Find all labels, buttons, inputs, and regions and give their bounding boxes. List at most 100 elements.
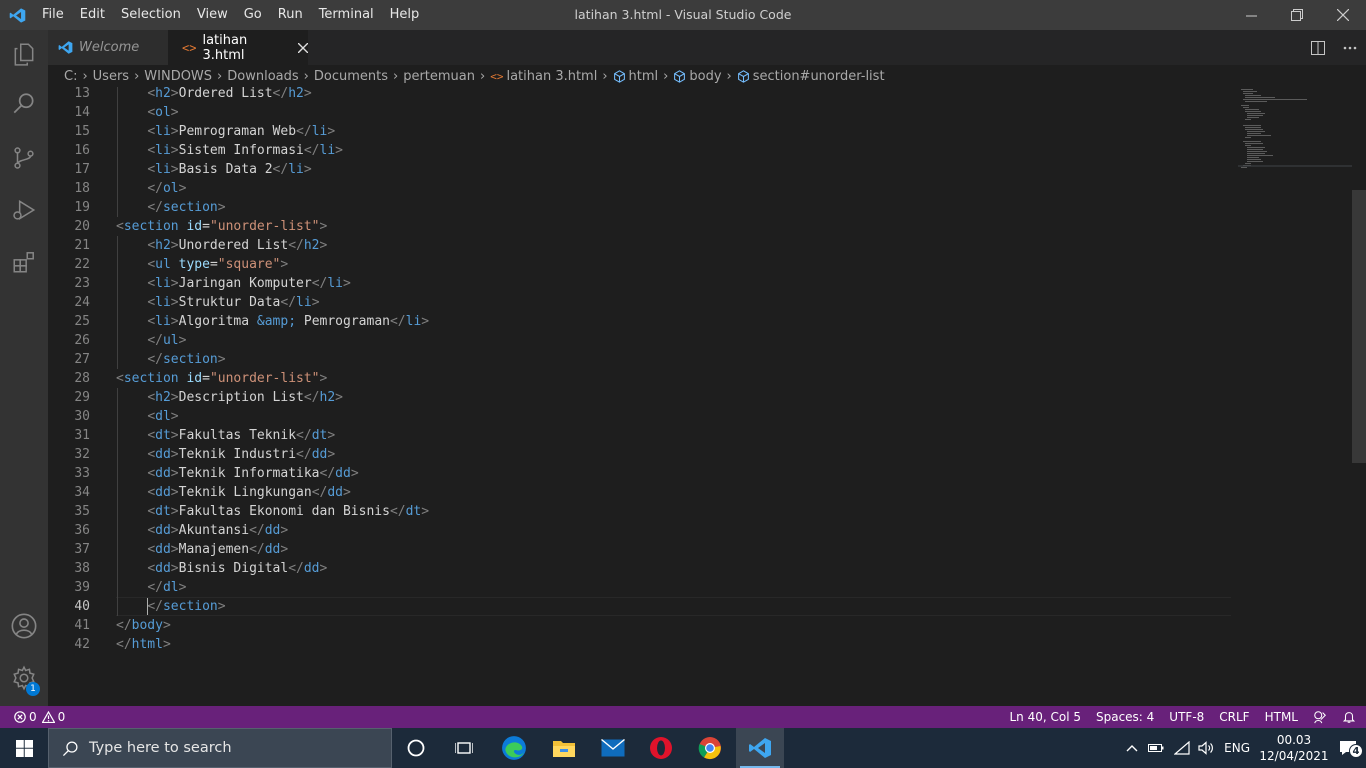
restore-button[interactable] (1274, 0, 1320, 30)
wifi-icon[interactable] (1174, 741, 1190, 755)
window-controls (1228, 0, 1366, 30)
code-line[interactable]: 23 <li>Jaringan Komputer</li> (48, 274, 1238, 293)
tab-latihan-3-html[interactable]: <> latihan 3.html (168, 30, 308, 65)
feedback-icon[interactable] (1313, 710, 1327, 724)
code-line[interactable]: 16 <li>Sistem Informasi</li> (48, 141, 1238, 160)
code-line[interactable]: 29 <h2>Description List</h2> (48, 388, 1238, 407)
menu-view[interactable]: View (189, 0, 236, 30)
end-of-line[interactable]: CRLF (1219, 706, 1249, 728)
breadcrumb-item[interactable]: Documents (314, 69, 388, 84)
vscode-logo-icon[interactable] (9, 7, 26, 28)
code-line[interactable]: 28 <section id="unorder-list"> (48, 369, 1238, 388)
breadcrumb-item[interactable]: pertemuan (403, 69, 475, 84)
code-line[interactable]: 32 <dd>Teknik Industri</dd> (48, 445, 1238, 464)
indentation[interactable]: Spaces: 4 (1096, 706, 1154, 728)
breadcrumb-symbol[interactable]: body (689, 69, 721, 84)
code-line[interactable]: 18 </ol> (48, 179, 1238, 198)
menu-help[interactable]: Help (382, 0, 428, 30)
minimap[interactable] (1238, 87, 1352, 706)
action-center-icon[interactable]: 4 (1330, 740, 1366, 758)
code-line[interactable]: 36 <dd>Akuntansi</dd> (48, 521, 1238, 540)
code-line[interactable]: 21 <h2>Unordered List</h2> (48, 236, 1238, 255)
breadcrumb-file[interactable]: latihan 3.html (506, 69, 597, 84)
chevron-up-icon[interactable] (1126, 744, 1138, 752)
file-explorer-icon[interactable] (540, 728, 588, 768)
minimize-button[interactable] (1228, 0, 1274, 30)
edge-icon[interactable] (490, 728, 538, 768)
task-view-icon[interactable] (392, 728, 440, 768)
code-line[interactable]: 26 </ul> (48, 331, 1238, 350)
minimap-preview (1238, 89, 1352, 168)
code-line[interactable]: 17 <li>Basis Data 2</li> (48, 160, 1238, 179)
code-line[interactable]: 25 <li>Algoritma &amp; Pemrograman</li> (48, 312, 1238, 331)
code-line[interactable]: 24 <li>Struktur Data</li> (48, 293, 1238, 312)
code-line[interactable]: 13 <h2>Ordered List</h2> (48, 87, 1238, 103)
code-line[interactable]: 42 </html> (48, 635, 1238, 654)
breadcrumb-item[interactable]: C: (64, 69, 77, 84)
breadcrumb-item[interactable]: Users (93, 69, 129, 84)
indent-guide (117, 388, 118, 407)
manage-gear-icon[interactable]: 1 (0, 654, 48, 702)
code-line[interactable]: 14 <ol> (48, 103, 1238, 122)
menu-terminal[interactable]: Terminal (311, 0, 382, 30)
breadcrumb-item[interactable]: WINDOWS (144, 69, 212, 84)
menu-edit[interactable]: Edit (72, 0, 113, 30)
tab-welcome[interactable]: Welcome (48, 30, 168, 65)
mail-icon[interactable] (589, 728, 637, 768)
code-line[interactable]: 22 <ul type="square"> (48, 255, 1238, 274)
code-line[interactable]: 40 </section> (48, 597, 1238, 616)
windows-start-icon[interactable] (0, 728, 48, 768)
extensions-icon[interactable] (0, 238, 48, 286)
explorer-icon[interactable] (0, 30, 48, 78)
code-line[interactable]: 30 <dl> (48, 407, 1238, 426)
code-line[interactable]: 27 </section> (48, 350, 1238, 369)
widgets-icon[interactable] (440, 728, 488, 768)
menu-go[interactable]: Go (236, 0, 270, 30)
code-line[interactable]: 35 <dt>Fakultas Ekonomi dan Bisnis</dt> (48, 502, 1238, 521)
code-line[interactable]: 41 </body> (48, 616, 1238, 635)
breadcrumb-symbol[interactable]: section#unorder-list (753, 69, 885, 84)
menu-selection[interactable]: Selection (113, 0, 189, 30)
code-line[interactable]: 34 <dd>Teknik Lingkungan</dd> (48, 483, 1238, 502)
code-line[interactable]: 19 </section> (48, 198, 1238, 217)
breadcrumb-item[interactable]: Downloads (227, 69, 298, 84)
scrollbar-thumb[interactable] (1352, 190, 1366, 463)
cursor-position[interactable]: Ln 40, Col 5 (1009, 706, 1081, 728)
line-number: 38 (74, 561, 90, 576)
opera-icon[interactable] (637, 728, 685, 768)
close-window-button[interactable] (1320, 0, 1366, 30)
code-line[interactable]: 15 <li>Pemrograman Web</li> (48, 122, 1238, 141)
menu-run[interactable]: Run (270, 0, 311, 30)
battery-icon[interactable] (1148, 743, 1164, 753)
volume-icon[interactable] (1198, 741, 1214, 755)
clock[interactable]: 00.03 12/04/2021 (1258, 732, 1330, 764)
error-count: 0 (29, 710, 37, 724)
split-editor-icon[interactable] (1302, 40, 1334, 55)
chevron-right-icon: › (217, 68, 223, 84)
chrome-icon[interactable] (686, 728, 734, 768)
menu-file[interactable]: File (34, 0, 72, 30)
run-debug-icon[interactable] (0, 186, 48, 234)
accounts-icon[interactable] (0, 602, 48, 650)
line-number: 40 (74, 599, 90, 614)
vscode-icon[interactable] (736, 728, 784, 768)
code-line[interactable]: 20 <section id="unorder-list"> (48, 217, 1238, 236)
problems-indicator[interactable]: 0 0 (14, 706, 65, 728)
input-language[interactable]: ENG (1224, 741, 1250, 755)
source-control-icon[interactable] (0, 134, 48, 182)
code-editor[interactable]: 13 <h2>Ordered List</h2> 14 <ol> 15 <li>Pe… (48, 87, 1238, 706)
more-actions-icon[interactable] (1334, 46, 1366, 50)
code-line[interactable]: 31 <dt>Fakultas Teknik</dt> (48, 426, 1238, 445)
code-line[interactable]: 38 <dd>Bisnis Digital</dd> (48, 559, 1238, 578)
search-icon[interactable] (0, 80, 48, 128)
breadcrumb-symbol[interactable]: html (629, 69, 659, 84)
language-mode[interactable]: HTML (1265, 706, 1298, 728)
close-tab-icon[interactable] (298, 42, 308, 53)
line-number: 32 (74, 447, 90, 462)
notifications-bell-icon[interactable] (1342, 710, 1356, 724)
code-line[interactable]: 33 <dd>Teknik Informatika</dd> (48, 464, 1238, 483)
taskbar-search-input[interactable]: Type here to search (48, 728, 392, 768)
code-line[interactable]: 37 <dd>Manajemen</dd> (48, 540, 1238, 559)
code-line[interactable]: 39 </dl> (48, 578, 1238, 597)
encoding[interactable]: UTF-8 (1169, 706, 1204, 728)
